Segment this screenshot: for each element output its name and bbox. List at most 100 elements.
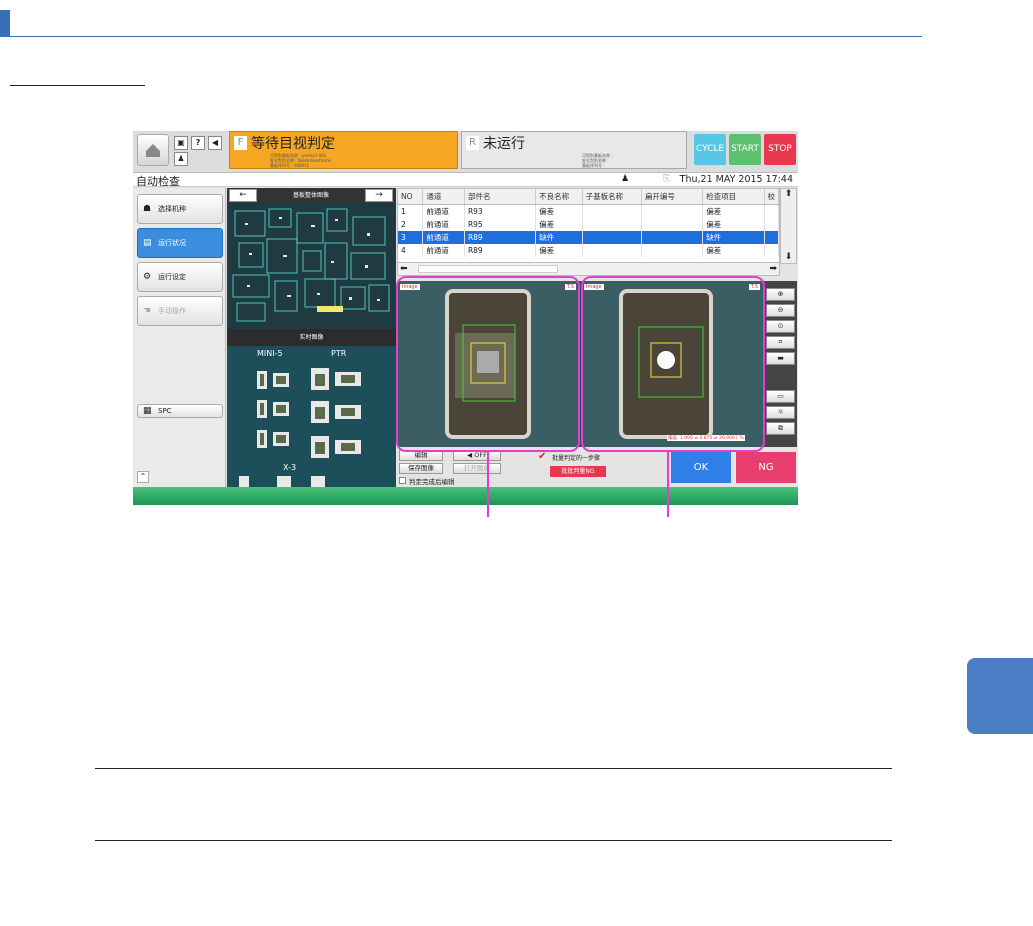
next-board-button[interactable]: → (365, 189, 393, 202)
zoom-in-icon[interactable]: ⊕ (766, 288, 795, 301)
nav-run-settings[interactable]: ⚙ 运行设定 (137, 262, 223, 292)
scroll-thumb[interactable] (418, 265, 558, 273)
mute-toggle-label: OFF (474, 451, 487, 459)
col-header[interactable]: 子基板名称 (582, 189, 642, 205)
table-cell: 2 (398, 217, 424, 231)
keyboard-icon[interactable]: ▣ (174, 136, 188, 150)
col-header[interactable]: 扁开编号 (641, 189, 704, 205)
save-image-button[interactable]: 保存图像 (399, 463, 443, 474)
home-icon (146, 144, 160, 157)
operator-icon: ♟ (621, 174, 630, 184)
table-cell: 偏差 (702, 217, 765, 231)
table-cell: 前通道 (422, 204, 465, 218)
nav-label: 选择机种 (158, 205, 186, 213)
component-footprints-graphic (239, 368, 361, 489)
defect-list-table: NO 通道 部件名 不良名称 子基板名称 扁开编号 检查项目 校 1 前通道 R… (398, 189, 779, 257)
home-button[interactable] (137, 134, 169, 166)
table-cell: R93 (464, 204, 537, 218)
top-bar: ▣ ? ◀ ♟ F 等待目视判定 可判别基板名称 : product-001 批… (133, 131, 798, 173)
table-cell: 前通道 (422, 217, 465, 231)
scroll-down-icon[interactable]: ⬇ (781, 252, 796, 262)
table-row-selected[interactable]: 3 前通道 R89 缺件 缺件 (398, 230, 779, 244)
board-overview-image[interactable] (227, 203, 396, 328)
table-cell: 4 (398, 243, 424, 257)
table-cell: 缺件 (535, 230, 583, 244)
col-header[interactable]: 部件名 (464, 189, 537, 205)
cycle-button[interactable]: CYCLE (694, 134, 726, 165)
gear-icon: ⚙ (143, 272, 152, 282)
table-cell: 前通道 (422, 243, 465, 257)
status-icon: ▤ (143, 238, 152, 248)
edit-after-judge-checkbox[interactable] (399, 477, 406, 484)
scroll-up-icon[interactable]: ⬆ (781, 189, 796, 199)
mute-icon[interactable]: ◀ (208, 136, 222, 150)
batch-judge-label: 批量判定的一步骤 (552, 455, 601, 462)
col-header[interactable]: NO (398, 189, 424, 205)
prev-board-button[interactable]: ← (229, 189, 257, 202)
table-cell: R89 (464, 230, 537, 244)
table-cell: 前通道 (422, 230, 465, 244)
defect-table: NO 通道 部件名 不良名称 子基板名称 扁开编号 检查项目 校 1 前通道 R… (397, 188, 780, 264)
rear-status-meta: 可判别基板名称 : 批号判别名称 : 基板序列号 : (582, 153, 613, 168)
page-header-marker (0, 10, 10, 36)
table-horizontal-scrollbar[interactable]: ⬅ ➡ (397, 262, 780, 276)
footer-rule-top (95, 768, 892, 769)
callout-reference-image (396, 276, 580, 452)
status-footer-bar (133, 487, 798, 505)
table-cell (764, 243, 779, 257)
nav-label: 运行设定 (158, 273, 186, 281)
edit-after-judge-label: 判定完成后编辑 (409, 478, 455, 486)
stop-button[interactable]: STOP (764, 134, 796, 165)
table-cell: 缺件 (702, 230, 765, 244)
live-image-title: 实时图像 (227, 329, 396, 346)
spc-button[interactable]: ▦ SPC (137, 404, 223, 418)
nav-manual-operation[interactable]: ☚ 手动操作 (137, 296, 223, 326)
full-image-icon[interactable]: ▬ (766, 352, 795, 365)
copy-image-icon[interactable]: ⧉ (766, 422, 795, 435)
table-cell (764, 204, 779, 218)
lane-letter: F (234, 136, 247, 150)
table-cell (764, 230, 779, 244)
batch-ng-button[interactable]: 批批判量NG (550, 466, 606, 477)
light-icon[interactable]: ☼ (766, 406, 795, 419)
table-cell: 3 (398, 230, 424, 244)
user-icon[interactable]: ♟ (174, 152, 188, 166)
nav-run-status[interactable]: ▤ 运行状况 (137, 228, 223, 258)
col-header[interactable]: 不良名称 (535, 189, 583, 205)
scroll-left-icon[interactable]: ⬅ (400, 263, 408, 275)
table-cell (764, 217, 779, 231)
table-cell: 偏差 (535, 204, 583, 218)
table-cell (641, 243, 704, 257)
table-cell (641, 217, 704, 231)
help-icon[interactable]: ? (191, 136, 205, 150)
front-status-title: 等待目视判定 (251, 136, 335, 152)
table-row[interactable]: 4 前通道 R89 偏差 偏差 (398, 243, 779, 257)
table-cell: R95 (464, 217, 537, 231)
display-mode-icon[interactable]: ▭ (766, 390, 795, 403)
col-header[interactable]: 检查项目 (702, 189, 765, 205)
fit-window-icon[interactable]: ⌗ (766, 336, 795, 349)
chart-icon: ▦ (143, 406, 152, 416)
zoom-out-icon[interactable]: ⊖ (766, 304, 795, 317)
table-cell: 偏差 (702, 204, 765, 218)
left-navigation: ☗ 选择机种 ▤ 运行状况 ⚙ 运行设定 ☚ 手动操作 ▦ SPC ⌃ (133, 188, 226, 489)
scroll-right-icon[interactable]: ➡ (769, 263, 777, 275)
table-vertical-scrollbar[interactable]: ⬆ ⬇ (780, 188, 797, 264)
nav-select-model[interactable]: ☗ 选择机种 (137, 194, 223, 224)
table-row[interactable]: 2 前通道 R95 偏差 偏差 (398, 217, 779, 231)
front-status-meta: 可判别基板名称 : product-001 批号判别名称 : Nakdeline… (270, 153, 332, 168)
collapse-icon[interactable]: ⌃ (137, 471, 149, 483)
batch-checkbox-checked[interactable]: ✔ (538, 451, 546, 462)
ng-button[interactable]: NG (736, 452, 796, 483)
open-image-button[interactable]: 打开图像 (453, 463, 501, 474)
section-underline (10, 85, 145, 86)
table-row[interactable]: 1 前通道 R93 偏差 偏差 (398, 204, 779, 218)
zoom-reset-icon[interactable]: ⊙ (766, 320, 795, 333)
spc-label: SPC (158, 407, 172, 415)
sub-header: 自动检查 ♟ ⎘ Thu,21 MAY 2015 17:44 (133, 173, 798, 188)
start-button[interactable]: START (729, 134, 761, 165)
col-header[interactable]: 通道 (422, 189, 465, 205)
col-header[interactable]: 校 (764, 189, 779, 205)
ok-button[interactable]: OK (671, 452, 731, 483)
callout-leader-line (667, 452, 669, 517)
